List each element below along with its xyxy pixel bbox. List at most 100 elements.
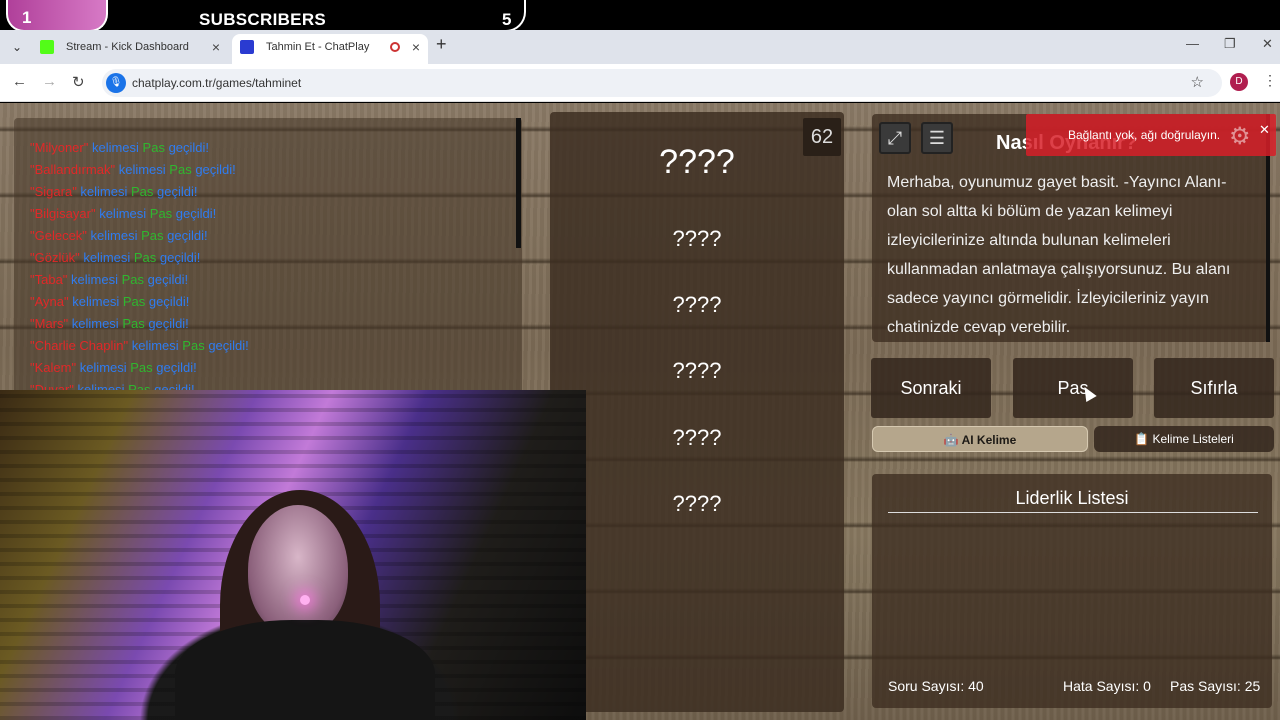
how-to-play-text: Merhaba, oyunumuz gayet basit. -Yayıncı … [887,174,1231,336]
word-lists-button[interactable]: 📋 Kelime Listeleri [1094,426,1274,452]
forbidden-word: ???? [672,491,722,516]
chat-end: geçildi! [144,316,189,331]
site-info-icon[interactable]: 🎙 [106,73,126,93]
pass-button[interactable]: Pas [1013,358,1133,418]
reload-icon[interactable]: ↻ [72,73,85,91]
chat-line: "Gelecek" kelimesi Pas geçildi! [30,228,208,243]
profile-avatar[interactable]: D [1230,73,1248,91]
new-tab-icon[interactable]: + [436,34,447,55]
chat-pas: Pas [142,140,165,155]
settings-gear-icon[interactable]: ⚙ [1229,122,1251,151]
chatplay-favicon-icon [240,40,254,54]
address-bar-row: ← → ↻ 🎙 chatplay.com.tr/games/tahminet ☆ [0,64,1280,102]
chat-end: geçildi! [163,228,208,243]
browser-menu-icon[interactable]: ⋮ [1263,72,1277,89]
chat-end: geçildi! [153,184,198,199]
chat-scrollbar[interactable] [516,118,521,248]
chat-pas: Pas [149,206,173,221]
chat-pas: Pas [131,184,154,199]
chat-pas: Pas [182,338,205,353]
chat-word: "Mars" [30,316,69,331]
chat-pas: Pas [122,316,145,331]
main-word: ???? [659,143,735,181]
streamer-face [248,505,348,635]
connection-error-message: Bağlantı yok, ağı doğrulayın. [1068,128,1221,142]
chat-line: "Ballandırmak" kelimesi Pas geçildi! [30,162,236,177]
word-column [550,112,844,712]
tab-title: Tahmin Et - ChatPlay [266,41,370,53]
chat-end: geçildi! [204,338,249,353]
chat-mid: kelimesi [88,140,143,155]
chat-pas: Pas [141,228,164,243]
tab-search-icon[interactable]: ⌄ [6,36,28,58]
leaderboard-title: Liderlik Listesi [1015,488,1129,508]
chat-word: "Ayna" [30,294,69,309]
chat-word: "Bilgisayar" [30,206,96,221]
forward-icon[interactable]: → [42,73,57,90]
reset-button[interactable]: Sıfırla [1154,358,1274,418]
screen: 1 SUBSCRIBERS 5 ⌄ Stream - Kick Dashboar… [0,0,1280,720]
minimize-icon[interactable]: — [1186,36,1199,51]
chat-mid: kelimesi [79,250,134,265]
error-count: Hata Sayısı: 0 [1063,678,1151,694]
forbidden-word: ???? [672,292,722,317]
pass-count: Pas Sayısı: 25 [1170,678,1261,694]
subscriber-count-right: 5 [470,0,526,32]
tab-chatplay[interactable]: Tahmin Et - ChatPlay × [232,34,428,64]
webcam-feed [0,390,586,720]
chat-word: "Sigara" [30,184,77,199]
chat-mid: kelimesi [68,316,123,331]
chat-pas: Pas [133,250,157,265]
streamer-body [175,620,435,720]
subscriber-overlay: 1 SUBSCRIBERS 5 [0,0,1280,32]
chat-word: "Milyoner" [30,140,89,155]
bookmark-star-icon[interactable]: ☆ [1191,73,1204,91]
chat-end: geçildi! [152,360,197,375]
chat-mid: kelimesi [76,360,131,375]
browser-tabstrip: ⌄ Stream - Kick Dashboard × Tahmin Et - … [0,30,1280,64]
chat-line: "Kalem" kelimesi Pas geçildi! [30,360,197,375]
chat-pas: Pas [121,272,145,287]
close-tab-icon[interactable]: × [412,34,420,60]
chat-end: geçildi! [145,294,190,309]
chat-end: geçildi! [164,140,210,155]
chat-end: geçildi! [191,162,236,177]
chat-word: "Taba" [30,272,68,287]
chat-end: geçildi! [172,206,217,221]
chat-mid: kelimesi [76,184,131,199]
chat-mid: kelimesi [67,272,122,287]
next-button[interactable]: Sonraki [871,358,991,418]
chat-line: "Bilgisayar" kelimesi Pas geçildi! [30,206,216,221]
chat-mid: kelimesi [128,338,183,353]
chat-mid: kelimesi [86,228,142,243]
toast-close-icon[interactable]: ✕ [1259,122,1270,138]
tab-kick-dashboard[interactable]: Stream - Kick Dashboard × [32,34,228,64]
back-icon[interactable]: ← [12,73,27,90]
subscriber-title: SUBSCRIBERS [199,10,327,29]
chat-end: geçildi! [156,250,201,265]
chat-line: "Sigara" kelimesi Pas geçildi! [30,184,197,199]
chat-word: "Gözlük" [30,250,80,265]
chat-line: "Charlie Chaplin" kelimesi Pas geçildi! [30,338,249,353]
chat-line: "Milyoner" kelimesi Pas geçildi! [30,140,209,155]
url-field[interactable]: 🎙 chatplay.com.tr/games/tahminet ☆ [102,69,1222,97]
chat-word: "Gelecek" [30,228,87,243]
restore-icon[interactable]: ❐ [1224,36,1236,52]
chat-word: "Kalem" [30,360,77,375]
document-icon[interactable]: ☰ [921,122,953,154]
chat-mid: kelimesi [68,294,123,309]
forbidden-word: ???? [672,425,722,450]
tab-title: Stream - Kick Dashboard [66,41,189,53]
recording-icon [390,42,400,52]
ai-word-button[interactable]: 🤖 AI Kelime [872,426,1088,452]
forbidden-word: ???? [672,358,722,383]
close-tab-icon[interactable]: × [212,34,220,60]
chat-line: "Gözlük" kelimesi Pas geçildi! [30,250,200,265]
chat-pas: Pas [122,294,146,309]
window-close-icon[interactable]: ✕ [1262,36,1273,52]
fullscreen-icon[interactable]: ⤢ [879,122,911,154]
chat-end: geçildi! [144,272,189,287]
chat-pas: Pas [169,162,192,177]
leaderboard-panel [872,474,1272,708]
microphone-light [300,595,310,605]
